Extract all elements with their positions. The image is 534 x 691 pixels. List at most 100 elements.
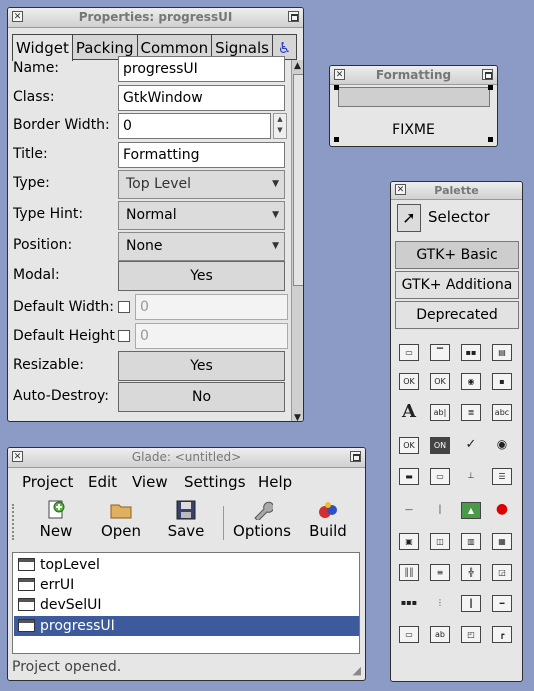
fixed-icon[interactable]: ◲ <box>492 564 512 581</box>
hruler-icon[interactable]: ⊥ <box>461 468 481 485</box>
default-width-checkbox[interactable] <box>118 301 130 313</box>
properties-titlebar[interactable]: ✕ Properties: progressUI <box>8 8 303 28</box>
file-selection-icon[interactable]: OK <box>430 373 450 390</box>
button-icon[interactable]: OK <box>399 437 419 454</box>
notebook-icon[interactable]: ab <box>430 626 450 643</box>
tree-item-devselui[interactable]: devSelUI <box>14 595 359 615</box>
formatting-titlebar[interactable]: ✕ Formatting <box>330 66 497 85</box>
vbutton-box-icon[interactable]: ⋮ <box>430 595 450 612</box>
color-selection-icon[interactable]: ◉ <box>461 373 481 390</box>
class-field[interactable]: GtkWindow <box>118 85 285 111</box>
drawing-area-icon[interactable]: ● <box>492 502 512 519</box>
build-button[interactable]: Build <box>298 500 358 540</box>
properties-scrollbar[interactable]: ▲ ▼ <box>291 60 303 421</box>
new-button[interactable]: New <box>26 500 86 540</box>
open-button[interactable]: Open <box>91 500 151 540</box>
clist-icon[interactable]: ▦ <box>492 533 512 550</box>
default-height-label: Default Height: <box>13 328 116 344</box>
tree-item-progressui[interactable]: progressUI <box>14 616 359 636</box>
check-button-icon[interactable]: ✓ <box>461 437 481 454</box>
text-icon[interactable]: abc <box>492 404 512 421</box>
tree-icon[interactable]: ▥ <box>461 533 481 550</box>
selection-handle[interactable] <box>488 85 493 90</box>
default-width-spin[interactable]: 0 <box>135 294 288 320</box>
handlebox-icon[interactable]: ▤ <box>492 344 512 361</box>
selector-item[interactable]: ➚ Selector <box>395 202 519 236</box>
option-menu-icon[interactable]: ▬ <box>399 468 419 485</box>
modal-toggle[interactable]: Yes <box>118 261 285 291</box>
menu-settings[interactable]: Settings <box>184 473 246 491</box>
hbutton-box-icon[interactable]: ▪▪▪ <box>399 595 419 612</box>
options-button[interactable]: Options <box>232 500 292 540</box>
palette-titlebar[interactable]: ✕ Palette <box>391 182 522 200</box>
hseparator-icon[interactable]: — <box>399 502 419 519</box>
viewport-icon[interactable]: ◫ <box>430 533 450 550</box>
toggle-button-icon[interactable]: ON <box>430 437 450 454</box>
scrollbar-thumb[interactable] <box>293 74 303 286</box>
maximize-icon[interactable] <box>288 11 299 22</box>
formatting-title: Formatting <box>375 68 452 82</box>
list-icon[interactable]: ☰ <box>492 468 512 485</box>
vbox-icon[interactable]: ≡ <box>430 564 450 581</box>
name-field[interactable]: progressUI <box>118 56 285 82</box>
table-icon[interactable]: ╬ <box>461 564 481 581</box>
label-icon[interactable]: A <box>399 404 419 421</box>
folder-icon <box>110 504 132 519</box>
toolbar-icon[interactable]: ▪▪ <box>461 344 481 361</box>
scroll-up-icon[interactable]: ▲ <box>294 61 301 71</box>
scrolled-window-icon[interactable]: ▣ <box>399 533 419 550</box>
close-icon[interactable]: ✕ <box>12 451 23 462</box>
prop-row-auto-destroy: Auto-Destroy: No <box>13 382 288 412</box>
position-combo[interactable]: None ▼ <box>118 232 285 261</box>
selection-handle[interactable] <box>488 137 493 142</box>
type-combo[interactable]: Top Level ▼ <box>118 170 285 199</box>
menu-project[interactable]: Project <box>22 473 73 491</box>
default-height-checkbox[interactable] <box>118 330 130 342</box>
border-width-spin[interactable]: 0 <box>118 113 271 139</box>
image-icon[interactable]: ▲ <box>461 502 481 519</box>
menu-edit[interactable]: Edit <box>88 473 117 491</box>
maximize-icon[interactable] <box>482 69 493 80</box>
radio-button-icon[interactable]: ◉ <box>492 437 512 454</box>
prop-row-title: Title: Formatting <box>13 140 288 168</box>
palette-group-gtk-basic[interactable]: GTK+ Basic <box>395 241 519 269</box>
vseparator-icon[interactable]: │ <box>430 502 450 519</box>
alignment-icon[interactable]: ◰ <box>461 626 481 643</box>
window-icon[interactable]: ▭ <box>399 344 419 361</box>
default-height-spin[interactable]: 0 <box>135 323 288 349</box>
scroll-down-icon[interactable]: ▼ <box>294 413 301 421</box>
tree-item-toplevel[interactable]: topLevel <box>14 555 359 575</box>
hbox-icon[interactable]: ║║ <box>399 564 419 581</box>
resizable-toggle[interactable]: Yes <box>118 351 285 381</box>
vpaned-icon[interactable]: ━ <box>492 595 512 612</box>
text-view-icon[interactable]: ≣ <box>461 404 481 421</box>
aspect-frame-icon[interactable]: ┏ <box>492 626 512 643</box>
combo-icon[interactable]: ▭ <box>430 468 450 485</box>
menubar-icon[interactable]: ▔ <box>430 344 450 361</box>
auto-destroy-toggle[interactable]: No <box>118 382 285 412</box>
menu-help[interactable]: Help <box>258 473 292 491</box>
menu-view[interactable]: View <box>132 473 168 491</box>
selection-handle[interactable] <box>334 137 339 142</box>
font-selection-icon[interactable]: ▪ <box>492 373 512 390</box>
type-hint-label: Type Hint: <box>13 206 84 222</box>
tree-item-errui[interactable]: errUI <box>14 575 359 595</box>
close-icon[interactable]: ✕ <box>395 184 406 195</box>
hpaned-icon[interactable]: ┃ <box>461 595 481 612</box>
dialog-icon[interactable]: OK <box>399 373 419 390</box>
frame-icon[interactable]: ▭ <box>399 626 419 643</box>
close-icon[interactable]: ✕ <box>12 11 23 22</box>
maximize-icon[interactable] <box>350 451 361 462</box>
close-icon[interactable]: ✕ <box>334 69 345 80</box>
border-width-stepper[interactable]: ▲ ▼ <box>273 113 287 139</box>
glade-titlebar[interactable]: ✕ Glade: <untitled> <box>8 448 365 468</box>
entry-icon[interactable]: ab| <box>430 404 450 421</box>
resize-grip-icon[interactable]: ◢ <box>353 664 361 677</box>
save-button[interactable]: Save <box>156 500 216 540</box>
title-field[interactable]: Formatting <box>118 142 285 168</box>
palette-group-gtk-additional[interactable]: GTK+ Additiona <box>395 271 519 299</box>
type-hint-combo[interactable]: Normal ▼ <box>118 201 285 230</box>
toolbar-grip[interactable] <box>12 504 19 540</box>
palette-group-deprecated[interactable]: Deprecated <box>395 301 519 329</box>
selection-handle[interactable] <box>334 85 339 90</box>
